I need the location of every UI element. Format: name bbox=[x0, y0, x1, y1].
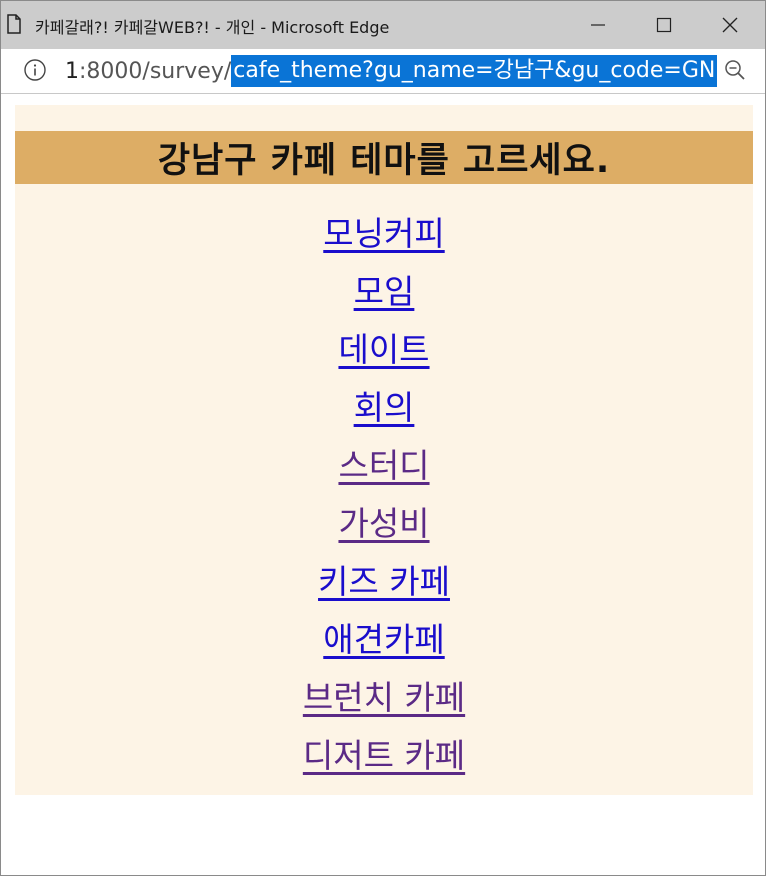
page-title: 강남구 카페 테마를 고르세요. bbox=[15, 131, 753, 184]
list-item: 스터디 bbox=[15, 442, 753, 500]
page-icon bbox=[7, 14, 21, 34]
theme-list: 모닝커피모임데이트회의스터디가성비키즈 카페애견카페브런치 카페디저트 카페 bbox=[15, 210, 753, 790]
minimize-icon bbox=[591, 24, 605, 26]
list-item: 브런치 카페 bbox=[15, 674, 753, 732]
theme-link[interactable]: 애견카페 bbox=[323, 616, 444, 664]
minimize-button[interactable] bbox=[565, 1, 631, 49]
list-item: 모닝커피 bbox=[15, 210, 753, 268]
theme-link[interactable]: 모임 bbox=[354, 268, 415, 316]
maximize-button[interactable] bbox=[631, 1, 697, 49]
list-item: 가성비 bbox=[15, 500, 753, 558]
url-host-fragment: 1 bbox=[65, 58, 79, 84]
theme-link[interactable]: 디저트 카페 bbox=[303, 732, 465, 780]
list-item: 디저트 카페 bbox=[15, 732, 753, 790]
title-bar: 카페갈래?! 카페갈WEB?! - 개인 - Microsoft Edge bbox=[1, 1, 765, 49]
theme-link[interactable]: 데이트 bbox=[338, 326, 429, 374]
list-item: 모임 bbox=[15, 268, 753, 326]
theme-link[interactable]: 키즈 카페 bbox=[318, 558, 450, 606]
theme-link[interactable]: 스터디 bbox=[338, 442, 429, 490]
address-bar: 1:8000/survey/cafe_theme?gu_name=강남구&gu_… bbox=[1, 49, 765, 94]
close-icon bbox=[722, 17, 738, 33]
url-selected-text: cafe_theme?gu_name=강남구&gu_code=GN bbox=[231, 55, 718, 87]
zoom-out-icon[interactable] bbox=[723, 58, 747, 82]
url-path: :8000/survey/ bbox=[79, 58, 232, 84]
theme-link[interactable]: 가성비 bbox=[338, 500, 429, 548]
list-item: 키즈 카페 bbox=[15, 558, 753, 616]
list-item: 애견카페 bbox=[15, 616, 753, 674]
close-button[interactable] bbox=[697, 1, 763, 49]
maximize-icon bbox=[656, 17, 672, 33]
theme-link[interactable]: 회의 bbox=[354, 384, 415, 432]
window-title: 카페갈래?! 카페갈WEB?! - 개인 - Microsoft Edge bbox=[35, 18, 390, 37]
theme-link[interactable]: 모닝커피 bbox=[323, 210, 444, 258]
list-item: 데이트 bbox=[15, 326, 753, 384]
theme-link[interactable]: 브런치 카페 bbox=[303, 674, 465, 722]
info-icon[interactable] bbox=[23, 58, 47, 82]
list-item: 회의 bbox=[15, 384, 753, 442]
url-field[interactable]: 1:8000/survey/cafe_theme?gu_name=강남구&gu_… bbox=[65, 55, 718, 87]
browser-window: 카페갈래?! 카페갈WEB?! - 개인 - Microsoft Edge 1 … bbox=[0, 0, 766, 876]
page-content: 강남구 카페 테마를 고르세요. 모닝커피모임데이트회의스터디가성비키즈 카페애… bbox=[15, 105, 753, 795]
